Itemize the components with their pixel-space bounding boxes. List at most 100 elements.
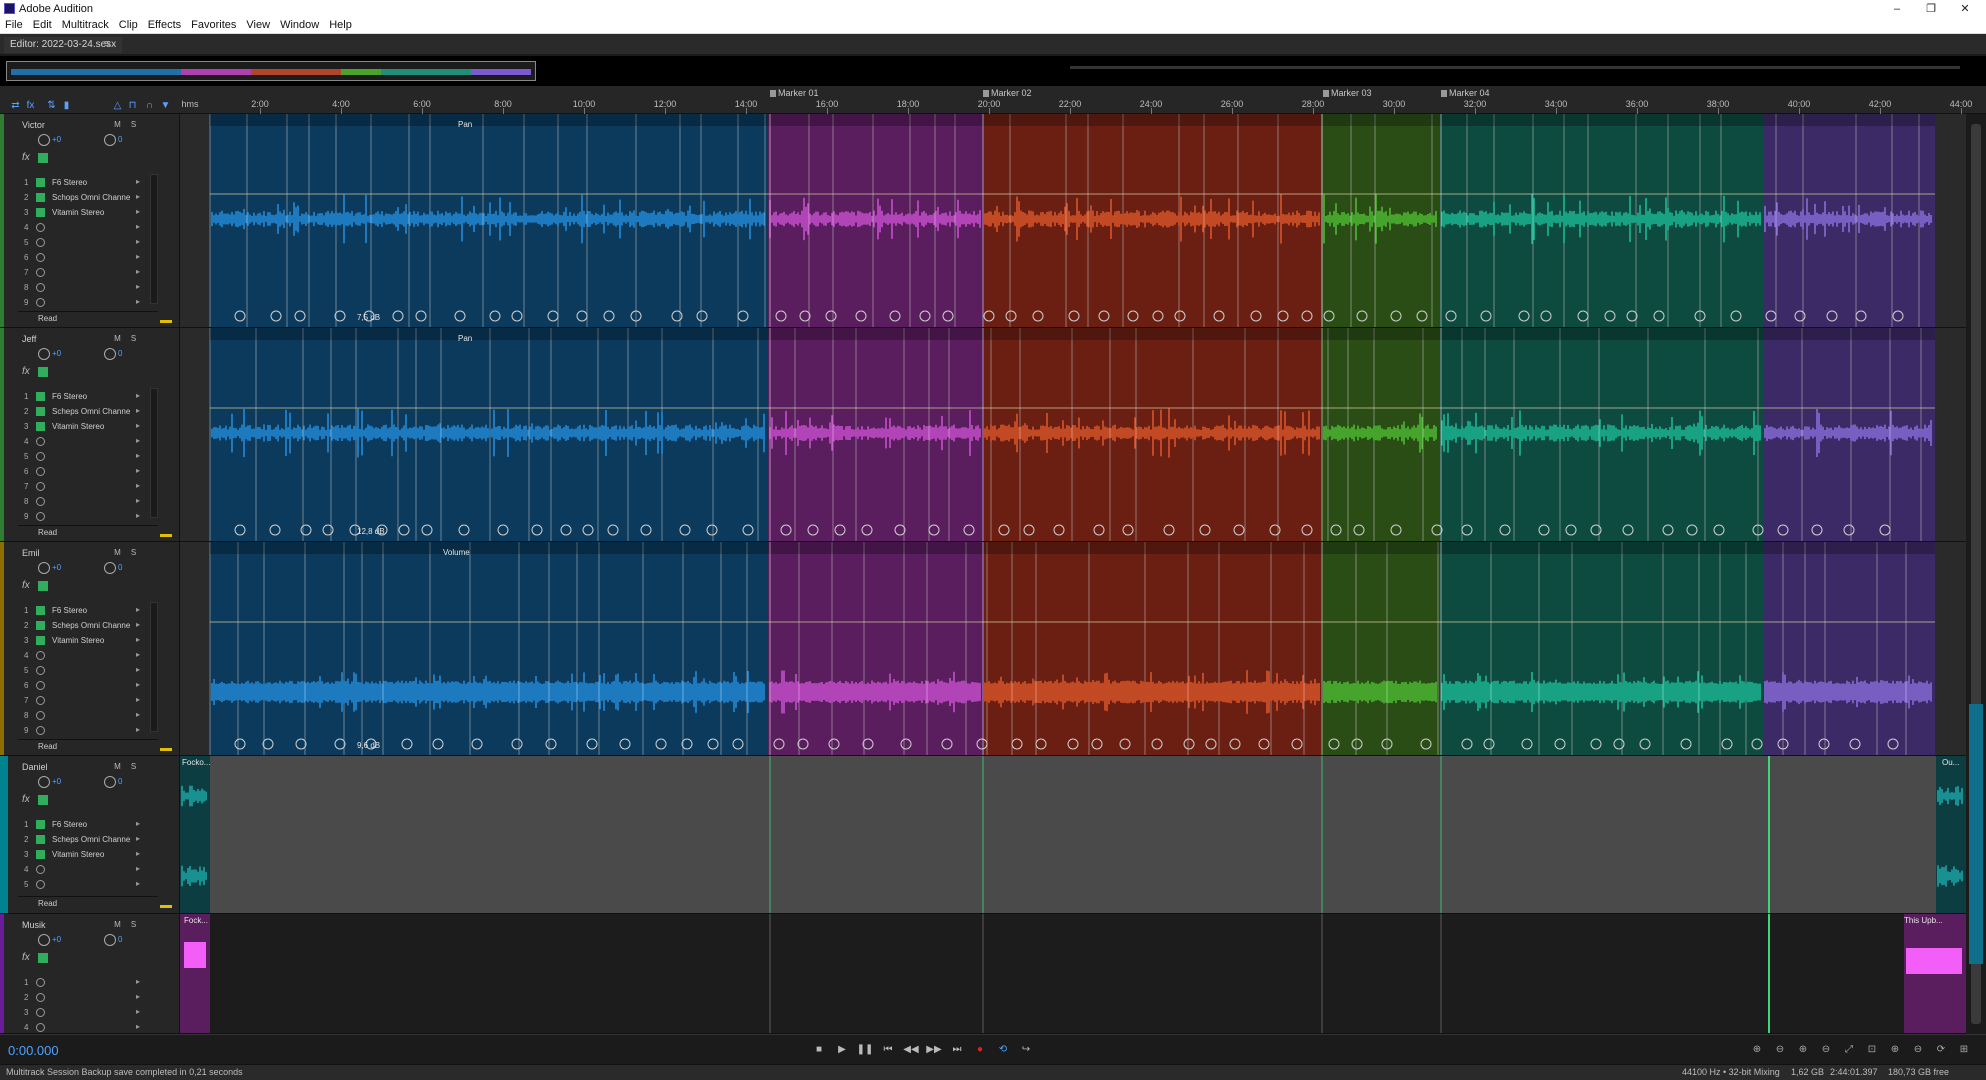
- power-icon[interactable]: [36, 606, 45, 615]
- eq-icon[interactable]: ▮: [61, 100, 72, 111]
- track-name[interactable]: Daniel: [22, 762, 48, 772]
- fx-icon[interactable]: fx: [22, 580, 30, 591]
- effect-slot[interactable]: 5 ▸: [22, 236, 140, 250]
- zoom-in-icon[interactable]: ⊕: [1886, 1042, 1904, 1058]
- power-icon[interactable]: [36, 298, 45, 307]
- menu-view[interactable]: View: [241, 19, 275, 31]
- rewind-icon[interactable]: ◀◀: [902, 1042, 920, 1058]
- power-icon[interactable]: [36, 711, 45, 720]
- volume-value[interactable]: +0: [52, 135, 61, 144]
- loop-icon[interactable]: ⟲: [994, 1042, 1012, 1058]
- zoom-in-amplitude-icon[interactable]: ⊕: [1748, 1042, 1766, 1058]
- effect-slot[interactable]: 5 ▸: [22, 450, 140, 464]
- session-overview[interactable]: [0, 56, 1986, 86]
- effect-slot[interactable]: 3 ▸: [22, 1006, 140, 1020]
- mute-button[interactable]: M: [112, 919, 123, 930]
- go-to-end-icon[interactable]: ⏭: [948, 1042, 966, 1058]
- solo-button[interactable]: S: [128, 547, 139, 558]
- effect-slot[interactable]: 5 ▸: [22, 878, 140, 892]
- power-icon[interactable]: [36, 1023, 45, 1032]
- power-icon[interactable]: [36, 865, 45, 874]
- power-icon[interactable]: [36, 482, 45, 491]
- effect-slot[interactable]: 4 ▸: [22, 1021, 140, 1035]
- pan-value[interactable]: 0: [118, 135, 122, 144]
- menu-effects[interactable]: Effects: [143, 19, 186, 31]
- solo-button[interactable]: S: [128, 333, 139, 344]
- solo-button[interactable]: S: [128, 119, 139, 130]
- panel-menu-icon[interactable]: ≡: [104, 38, 110, 50]
- power-icon[interactable]: [36, 512, 45, 521]
- effect-slot[interactable]: 6 ▸: [22, 679, 140, 693]
- automation-mode[interactable]: Read: [18, 525, 172, 539]
- fx-icon[interactable]: fx: [22, 952, 30, 963]
- power-icon[interactable]: [36, 621, 45, 630]
- power-icon[interactable]: [36, 437, 45, 446]
- zoom-reset-icon[interactable]: ⟳: [1932, 1042, 1950, 1058]
- effect-slot[interactable]: 4 ▸: [22, 863, 140, 877]
- effect-slot[interactable]: 1 F6 Stereo ▸: [22, 176, 140, 190]
- effect-slot[interactable]: 1 F6 Stereo ▸: [22, 818, 140, 832]
- effect-slot[interactable]: 4 ▸: [22, 649, 140, 663]
- metronome-icon[interactable]: △: [112, 100, 123, 111]
- track-name[interactable]: Musik: [22, 920, 46, 930]
- track-name[interactable]: Emil: [22, 548, 40, 558]
- power-icon[interactable]: [36, 208, 45, 217]
- power-icon[interactable]: [36, 636, 45, 645]
- mute-button[interactable]: M: [112, 547, 123, 558]
- zoom-selection-icon[interactable]: ⊡: [1863, 1042, 1881, 1058]
- effect-slot[interactable]: 7 ▸: [22, 694, 140, 708]
- pan-value[interactable]: 0: [118, 777, 122, 786]
- effect-slot[interactable]: 9 ▸: [22, 724, 140, 738]
- power-icon[interactable]: [36, 467, 45, 476]
- fx-icon[interactable]: fx: [22, 794, 30, 805]
- volume-value[interactable]: +0: [52, 777, 61, 786]
- automation-mode[interactable]: Read: [18, 311, 172, 325]
- fx-power-icon[interactable]: [38, 153, 48, 163]
- track-lane[interactable]: [180, 756, 1966, 913]
- effect-slot[interactable]: 1 ▸: [22, 976, 140, 990]
- menu-file[interactable]: File: [0, 19, 28, 31]
- marker-03[interactable]: Marker 03: [1323, 88, 1372, 98]
- menu-clip[interactable]: Clip: [114, 19, 143, 31]
- zoom-tracks-icon[interactable]: ⊞: [1955, 1042, 1973, 1058]
- effect-slot[interactable]: 3 Vitamin Stereo ▸: [22, 634, 140, 648]
- fast-forward-icon[interactable]: ▶▶: [925, 1042, 943, 1058]
- pan-knob[interactable]: [104, 348, 116, 360]
- volume-value[interactable]: +0: [52, 935, 61, 944]
- fx-power-icon[interactable]: [38, 795, 48, 805]
- power-icon[interactable]: [36, 452, 45, 461]
- marker-01[interactable]: Marker 01: [770, 88, 819, 98]
- power-icon[interactable]: [36, 666, 45, 675]
- solo-button[interactable]: S: [128, 919, 139, 930]
- close-button[interactable]: ✕: [1948, 0, 1982, 17]
- power-icon[interactable]: [36, 978, 45, 987]
- zoom-out-icon[interactable]: ⊖: [1909, 1042, 1927, 1058]
- marker-04[interactable]: Marker 04: [1441, 88, 1490, 98]
- time-ruler[interactable]: ⇄ fx ⇅ ▮ △ ⊓ ∩ ▼ hms 2:00 4:00 6:00 8:00 10:…: [0, 86, 1986, 114]
- power-icon[interactable]: [36, 193, 45, 202]
- automation-mode[interactable]: Read: [18, 739, 172, 753]
- effect-slot[interactable]: 8 ▸: [22, 281, 140, 295]
- overview-zoom-track[interactable]: [1070, 66, 1960, 69]
- clip-label[interactable]: Focko...: [182, 758, 210, 767]
- power-icon[interactable]: [36, 993, 45, 1002]
- zoom-out-time-icon[interactable]: ⊖: [1817, 1042, 1835, 1058]
- lane-param-label[interactable]: Volume: [443, 548, 470, 557]
- track-lane[interactable]: [180, 114, 1966, 327]
- volume-value[interactable]: +0: [52, 563, 61, 572]
- volume-knob[interactable]: [38, 776, 50, 788]
- zoom-out-amplitude-icon[interactable]: ⊖: [1771, 1042, 1789, 1058]
- stop-icon[interactable]: ■: [810, 1042, 828, 1058]
- power-icon[interactable]: [36, 820, 45, 829]
- pan-knob[interactable]: [104, 934, 116, 946]
- go-to-start-icon[interactable]: ⏮: [879, 1042, 897, 1058]
- swap-icon[interactable]: ⇄: [10, 100, 21, 111]
- clip-label[interactable]: Fock...: [184, 916, 208, 925]
- effect-slot[interactable]: 7 ▸: [22, 266, 140, 280]
- effect-slot[interactable]: 6 ▸: [22, 465, 140, 479]
- power-icon[interactable]: [36, 422, 45, 431]
- effect-slot[interactable]: 2 Scheps Omni Channe ▸: [22, 619, 140, 633]
- power-icon[interactable]: [36, 850, 45, 859]
- track-lane[interactable]: [180, 328, 1966, 541]
- menu-edit[interactable]: Edit: [28, 19, 57, 31]
